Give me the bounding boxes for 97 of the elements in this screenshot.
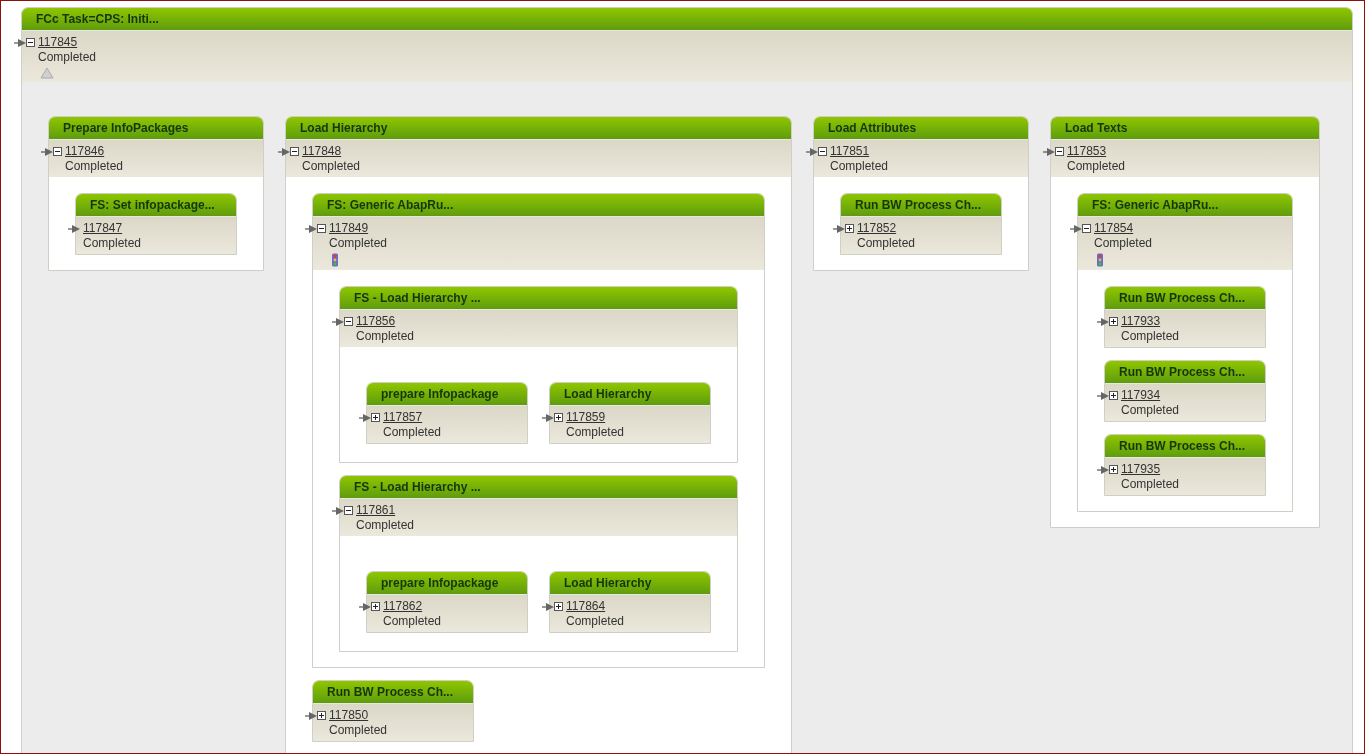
arrow-icon	[278, 147, 290, 157]
collapse-icon[interactable]	[1055, 147, 1064, 156]
node-title: FS: Set infopackage...	[76, 194, 236, 217]
arrow-icon	[1097, 317, 1109, 327]
node-title: prepare Infopackage	[367, 383, 527, 406]
node-title: prepare Infopackage	[367, 572, 527, 595]
status-text: Completed	[65, 158, 124, 174]
expand-icon[interactable]	[845, 224, 854, 233]
arrow-icon	[542, 413, 554, 423]
node-title: Run BW Process Ch...	[313, 681, 473, 704]
process-id-link[interactable]: 117859	[566, 410, 606, 424]
status-text: Completed	[830, 158, 889, 174]
status-text: Completed	[566, 424, 625, 440]
process-id-link[interactable]: 117849	[329, 221, 369, 235]
node-title: FS - Load Hierarchy ...	[340, 287, 737, 310]
status-text: Completed	[1121, 476, 1180, 492]
arrow-icon	[359, 413, 371, 423]
expand-icon[interactable]	[371, 413, 380, 422]
process-id-link[interactable]: 117854	[1094, 221, 1134, 235]
process-id-link[interactable]: 117856	[356, 314, 396, 328]
node-title: Run BW Process Ch...	[1105, 435, 1265, 458]
process-id-link[interactable]: 117847	[83, 221, 123, 235]
process-id-link[interactable]: 117864	[566, 599, 606, 613]
collapse-icon[interactable]	[1082, 224, 1091, 233]
node-title: Load Hierarchy	[286, 117, 791, 140]
expand-icon[interactable]	[1109, 465, 1118, 474]
node-title: Run BW Process Ch...	[1105, 287, 1265, 310]
node-title: Load Attributes	[814, 117, 1028, 140]
status-text: Completed	[1094, 235, 1153, 251]
arrow-icon	[833, 224, 845, 234]
arrow-icon	[41, 147, 53, 157]
status-text: Completed	[83, 235, 142, 251]
process-id-link[interactable]: 117934	[1121, 388, 1161, 402]
expand-icon[interactable]	[554, 413, 563, 422]
node-title: Load Texts	[1051, 117, 1319, 140]
traffic-light-icon	[331, 253, 339, 267]
arrow-icon	[332, 317, 344, 327]
node-title: FCc Task=CPS: Initi...	[22, 8, 1352, 31]
process-id-link[interactable]: 117853	[1067, 144, 1107, 158]
node-title: Load Hierarchy	[550, 383, 710, 406]
arrow-icon	[1043, 147, 1055, 157]
status-text: Completed	[1067, 158, 1126, 174]
arrow-icon	[1097, 465, 1109, 475]
collapse-icon[interactable]	[344, 506, 353, 515]
collapse-icon[interactable]	[344, 317, 353, 326]
node-title: Load Hierarchy	[550, 572, 710, 595]
arrow-icon	[806, 147, 818, 157]
status-text: Completed	[383, 424, 442, 440]
expand-icon[interactable]	[1109, 391, 1118, 400]
process-id-link[interactable]: 117846	[65, 144, 105, 158]
process-id-link[interactable]: 117852	[857, 221, 897, 235]
status-text: Completed	[566, 613, 625, 629]
expand-icon[interactable]	[371, 602, 380, 611]
node-title: FS: Generic AbapRu...	[313, 194, 764, 217]
expand-icon[interactable]	[554, 602, 563, 611]
arrow-icon	[359, 602, 371, 612]
process-id-link[interactable]: 117861	[356, 503, 396, 517]
status-text: Completed	[38, 49, 97, 65]
arrow-icon	[1097, 391, 1109, 401]
collapse-icon[interactable]	[290, 147, 299, 156]
status-text: Completed	[1121, 328, 1180, 344]
collapse-icon[interactable]	[818, 147, 827, 156]
traffic-light-icon	[1096, 253, 1104, 267]
arrow-icon	[1070, 224, 1082, 234]
process-id-link[interactable]: 117862	[383, 599, 423, 613]
status-text: Completed	[857, 235, 916, 251]
expand-icon[interactable]	[1109, 317, 1118, 326]
arrow-icon	[542, 602, 554, 612]
process-id-link[interactable]: 117845	[38, 35, 78, 49]
status-text: Completed	[1121, 402, 1180, 418]
node-title: FS - Load Hierarchy ...	[340, 476, 737, 499]
status-text: Completed	[383, 613, 442, 629]
expand-icon[interactable]	[317, 711, 326, 720]
arrow-icon	[14, 38, 26, 48]
process-id-link[interactable]: 117850	[329, 708, 369, 722]
arrow-icon	[305, 224, 317, 234]
triangle-icon	[40, 67, 54, 79]
node-title: Run BW Process Ch...	[1105, 361, 1265, 384]
status-text: Completed	[329, 722, 388, 738]
node-title: Run BW Process Ch...	[841, 194, 1001, 217]
process-id-link[interactable]: 117935	[1121, 462, 1161, 476]
process-id-link[interactable]: 117857	[383, 410, 423, 424]
collapse-icon[interactable]	[317, 224, 326, 233]
status-text: Completed	[302, 158, 361, 174]
status-text: Completed	[329, 235, 388, 251]
node-title: Prepare InfoPackages	[49, 117, 263, 140]
process-id-link[interactable]: 117848	[302, 144, 342, 158]
process-id-link[interactable]: 117851	[830, 144, 870, 158]
arrow-icon	[332, 506, 344, 516]
arrow-icon	[305, 711, 317, 721]
status-text: Completed	[356, 517, 415, 533]
status-text: Completed	[356, 328, 415, 344]
collapse-icon[interactable]	[53, 147, 62, 156]
arrow-icon	[68, 224, 80, 234]
node-title: FS: Generic AbapRu...	[1078, 194, 1292, 217]
process-id-link[interactable]: 117933	[1121, 314, 1161, 328]
collapse-icon[interactable]	[26, 38, 35, 47]
